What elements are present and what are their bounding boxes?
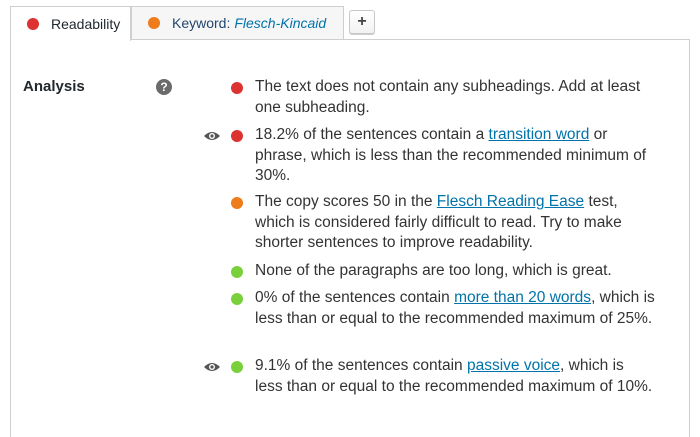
result-text-pre: 18.2% of the sentences contain a — [255, 126, 489, 143]
analysis-result-item: 18.2% of the sentences contain a transit… — [255, 125, 655, 187]
readability-status-dot — [27, 18, 39, 30]
result-text-pre: The copy scores 50 in the — [255, 193, 437, 210]
tab-readability-label: Readability — [51, 16, 121, 32]
tab-bar: Readability Keyword: Flesch-Kincaid + — [0, 0, 700, 41]
result-good-bullet — [231, 361, 243, 373]
help-icon[interactable]: ? — [156, 79, 172, 95]
analysis-heading: Analysis — [23, 78, 85, 95]
analysis-result-item: 0% of the sentences contain more than 20… — [255, 288, 655, 329]
analysis-result-item: 9.1% of the sentences contain passive vo… — [255, 356, 655, 397]
result-link[interactable]: Flesch Reading Ease — [437, 193, 584, 210]
result-bad-bullet — [231, 82, 243, 94]
result-text-pre: 9.1% of the sentences contain — [255, 357, 467, 374]
result-good-bullet — [231, 293, 243, 305]
result-text: None of the paragraphs are too long, whi… — [255, 262, 612, 279]
tab-keyword-label: Keyword: — [172, 15, 231, 31]
result-text: The text does not contain any subheading… — [255, 78, 641, 116]
analysis-result-item: The copy scores 50 in the Flesch Reading… — [255, 192, 655, 254]
result-link[interactable]: passive voice — [467, 357, 560, 374]
result-text-pre: 0% of the sentences contain — [255, 289, 455, 306]
keyword-status-dot — [148, 17, 160, 29]
eye-icon[interactable] — [203, 361, 221, 373]
tab-keyword-value: Flesch-Kincaid — [234, 15, 327, 31]
analysis-result-item: None of the paragraphs are too long, whi… — [255, 261, 655, 282]
result-link[interactable]: transition word — [489, 126, 590, 143]
result-bad-bullet — [231, 130, 243, 142]
analysis-result-item: The text does not contain any subheading… — [255, 77, 655, 118]
result-ok-bullet — [231, 197, 243, 209]
tab-readability[interactable]: Readability — [10, 6, 131, 41]
eye-icon[interactable] — [203, 130, 221, 142]
tab-keyword[interactable]: Keyword: Flesch-Kincaid — [131, 6, 344, 39]
add-keyword-button[interactable]: + — [349, 10, 375, 34]
result-good-bullet — [231, 266, 243, 278]
result-link[interactable]: more than 20 words — [454, 289, 591, 306]
